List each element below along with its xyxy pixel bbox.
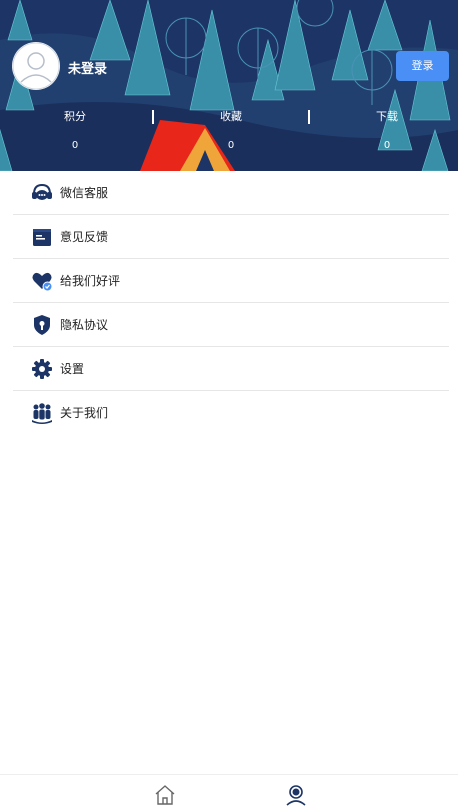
home-icon[interactable] [153,783,177,807]
gear-icon [32,359,52,379]
menu-item-privacy[interactable]: 隐私协议 [13,303,449,347]
menu-item-label: 隐私协议 [60,318,109,332]
settings-menu: 微信客服 意见反馈 给我们好评 隐私协议 设置 关于我们 [13,171,449,434]
heart-check-icon [32,272,53,292]
menu-item-feedback[interactable]: 意见反馈 [13,215,449,259]
avatar[interactable] [12,42,60,90]
stat-divider [152,110,154,124]
stat-points-value: 0 [71,140,79,151]
bottom-tab-bar [0,774,458,809]
stat-downloads-label: 下载 [376,110,398,123]
menu-item-wechat-service[interactable]: 微信客服 [13,171,449,215]
people-icon [32,403,52,424]
profile-header: 未登录 登录 积分 0 收藏 0 下载 0 [0,0,458,171]
menu-item-rate-us[interactable]: 给我们好评 [13,259,449,303]
stat-favorites[interactable]: 收藏 0 [171,108,291,154]
menu-item-label: 给我们好评 [60,274,121,288]
feedback-icon [33,229,51,246]
shield-icon [34,315,50,335]
stat-points-label: 积分 [64,110,86,123]
stat-favorites-value: 0 [227,140,235,151]
profile-icon[interactable] [284,783,308,807]
stat-downloads-value: 0 [383,140,391,151]
stat-points[interactable]: 积分 0 [15,108,135,154]
default-avatar-icon [12,42,60,90]
username-label: 未登录 [68,62,108,77]
stat-favorites-label: 收藏 [220,110,242,123]
login-button[interactable]: 登录 [396,51,449,81]
stat-downloads[interactable]: 下载 0 [327,108,447,154]
menu-item-label: 意见反馈 [60,230,109,244]
menu-item-label: 关于我们 [60,406,109,420]
customer-service-icon [32,183,52,200]
menu-item-label: 微信客服 [60,186,109,200]
stat-divider [308,110,310,124]
menu-item-about-us[interactable]: 关于我们 [13,391,449,434]
menu-item-settings[interactable]: 设置 [13,347,449,391]
menu-item-label: 设置 [60,362,85,376]
